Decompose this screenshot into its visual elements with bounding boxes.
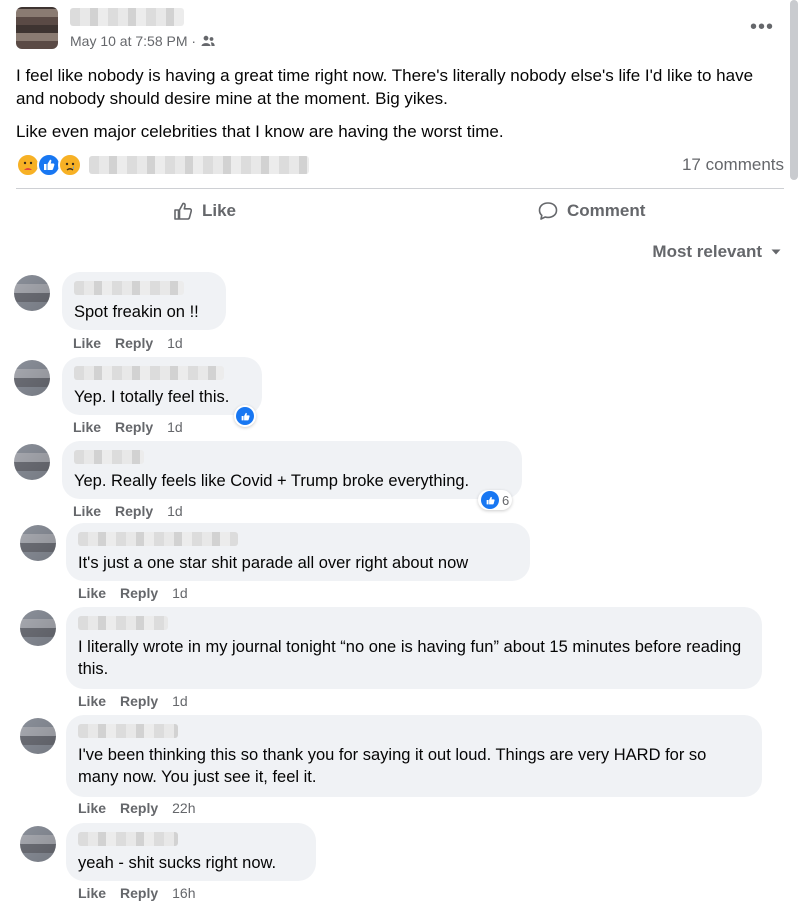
reaction-count: 6 xyxy=(502,492,510,508)
like-reaction-icon xyxy=(481,491,499,509)
comment-time[interactable]: 1d xyxy=(167,419,183,435)
comment-like-link[interactable]: Like xyxy=(78,693,106,709)
comment-reaction-badge[interactable] xyxy=(234,405,256,427)
comment-actions: Like Reply 1d xyxy=(78,585,188,601)
commenter-avatar[interactable] xyxy=(20,826,56,862)
comment-reply-link[interactable]: Reply xyxy=(120,693,158,709)
comment-text: I literally wrote in my journal tonight … xyxy=(78,638,742,678)
commenter-avatar[interactable] xyxy=(20,525,56,561)
comment-reply-link[interactable]: Reply xyxy=(115,503,153,519)
commenter-name-redacted[interactable] xyxy=(74,450,144,464)
comment-text: Spot freakin on !! xyxy=(74,303,199,321)
caret-down-icon xyxy=(771,249,781,255)
post-body: I feel like nobody is having a great tim… xyxy=(16,64,784,153)
comment-button[interactable]: Comment xyxy=(537,200,645,222)
comment-bubble: Yep. I totally feel this. xyxy=(62,357,262,415)
like-button-label: Like xyxy=(202,201,237,220)
comment-reply-link[interactable]: Reply xyxy=(120,800,158,816)
comment-text: It's just a one star shit parade all ove… xyxy=(78,554,469,572)
post-timestamp[interactable]: May 10 at 7:58 PM · xyxy=(70,33,196,49)
commenter-name-redacted[interactable] xyxy=(74,366,224,380)
comment-actions: Like Reply 1d xyxy=(73,335,183,351)
comment-time[interactable]: 22h xyxy=(172,800,195,816)
scrollbar[interactable] xyxy=(790,0,798,180)
comment-text: I've been thinking this so thank you for… xyxy=(78,746,707,786)
post-paragraph: Like even major celebrities that I know … xyxy=(16,122,504,141)
comment-actions: Like Reply 1d xyxy=(78,693,188,709)
more-options-icon[interactable]: ••• xyxy=(750,17,774,37)
comment-like-link[interactable]: Like xyxy=(78,800,106,816)
sad-reaction-icon xyxy=(58,153,82,177)
comment-reply-link[interactable]: Reply xyxy=(115,419,153,435)
like-button[interactable]: Like xyxy=(172,200,236,222)
comment-actions: Like Reply 1d xyxy=(73,419,183,435)
comment-text: yeah - shit sucks right now. xyxy=(78,854,277,872)
comment-time[interactable]: 1d xyxy=(167,503,183,519)
post-author-avatar[interactable] xyxy=(16,7,58,49)
post-paragraph: I feel like nobody is having a great tim… xyxy=(16,66,754,108)
comment-actions: Like Reply 1d xyxy=(73,503,183,519)
post-author-name-redacted[interactable] xyxy=(70,8,184,26)
commenter-avatar[interactable] xyxy=(20,718,56,754)
commenter-avatar[interactable] xyxy=(14,275,50,311)
comment-time[interactable]: 1d xyxy=(172,693,188,709)
comment-like-link[interactable]: Like xyxy=(73,503,101,519)
comment-text: Yep. I totally feel this. xyxy=(74,388,230,406)
comment-like-link[interactable]: Like xyxy=(78,885,106,901)
comment-actions: Like Reply 16h xyxy=(78,885,196,901)
divider xyxy=(16,188,784,189)
commenter-name-redacted[interactable] xyxy=(78,532,238,546)
comment-reply-link[interactable]: Reply xyxy=(120,585,158,601)
comment-bubble: I've been thinking this so thank you for… xyxy=(66,715,762,797)
comment-bubble: I literally wrote in my journal tonight … xyxy=(66,607,762,689)
comment-reply-link[interactable]: Reply xyxy=(120,885,158,901)
comment-reply-link[interactable]: Reply xyxy=(115,335,153,351)
commenter-name-redacted[interactable] xyxy=(74,281,184,295)
comment-reaction-badge[interactable]: 6 xyxy=(478,490,513,510)
comment-like-link[interactable]: Like xyxy=(73,419,101,435)
reactions-summary[interactable] xyxy=(16,153,309,177)
comment-actions: Like Reply 22h xyxy=(78,800,196,816)
comment-bubble: yeah - shit sucks right now. xyxy=(66,823,316,881)
commenter-name-redacted[interactable] xyxy=(78,616,168,630)
comment-sort-dropdown[interactable]: Most relevant xyxy=(652,242,782,262)
comment-time[interactable]: 1d xyxy=(167,335,183,351)
comment-bubble: It's just a one star shit parade all ove… xyxy=(66,523,530,581)
comment-button-label: Comment xyxy=(567,201,646,220)
comment-like-link[interactable]: Like xyxy=(73,335,101,351)
commenter-avatar[interactable] xyxy=(14,444,50,480)
reaction-names-redacted[interactable] xyxy=(89,156,309,174)
post-meta: May 10 at 7:58 PM · xyxy=(70,33,215,49)
commenter-name-redacted[interactable] xyxy=(78,724,178,738)
thumbs-up-icon xyxy=(174,202,193,220)
comments-count[interactable]: 17 comments xyxy=(682,155,784,175)
comment-bubble: Yep. Really feels like Covid + Trump bro… xyxy=(62,441,522,499)
sort-label: Most relevant xyxy=(652,242,762,261)
comment-time[interactable]: 1d xyxy=(172,585,188,601)
friends-audience-icon[interactable] xyxy=(201,35,215,47)
comment-time[interactable]: 16h xyxy=(172,885,195,901)
commenter-avatar[interactable] xyxy=(20,610,56,646)
comment-bubble: Spot freakin on !! xyxy=(62,272,226,330)
like-reaction-icon xyxy=(236,407,254,425)
comment-like-link[interactable]: Like xyxy=(78,585,106,601)
commenter-name-redacted[interactable] xyxy=(78,832,178,846)
comment-text: Yep. Really feels like Covid + Trump bro… xyxy=(74,472,470,490)
comment-bubble-icon xyxy=(538,202,558,220)
commenter-avatar[interactable] xyxy=(14,360,50,396)
